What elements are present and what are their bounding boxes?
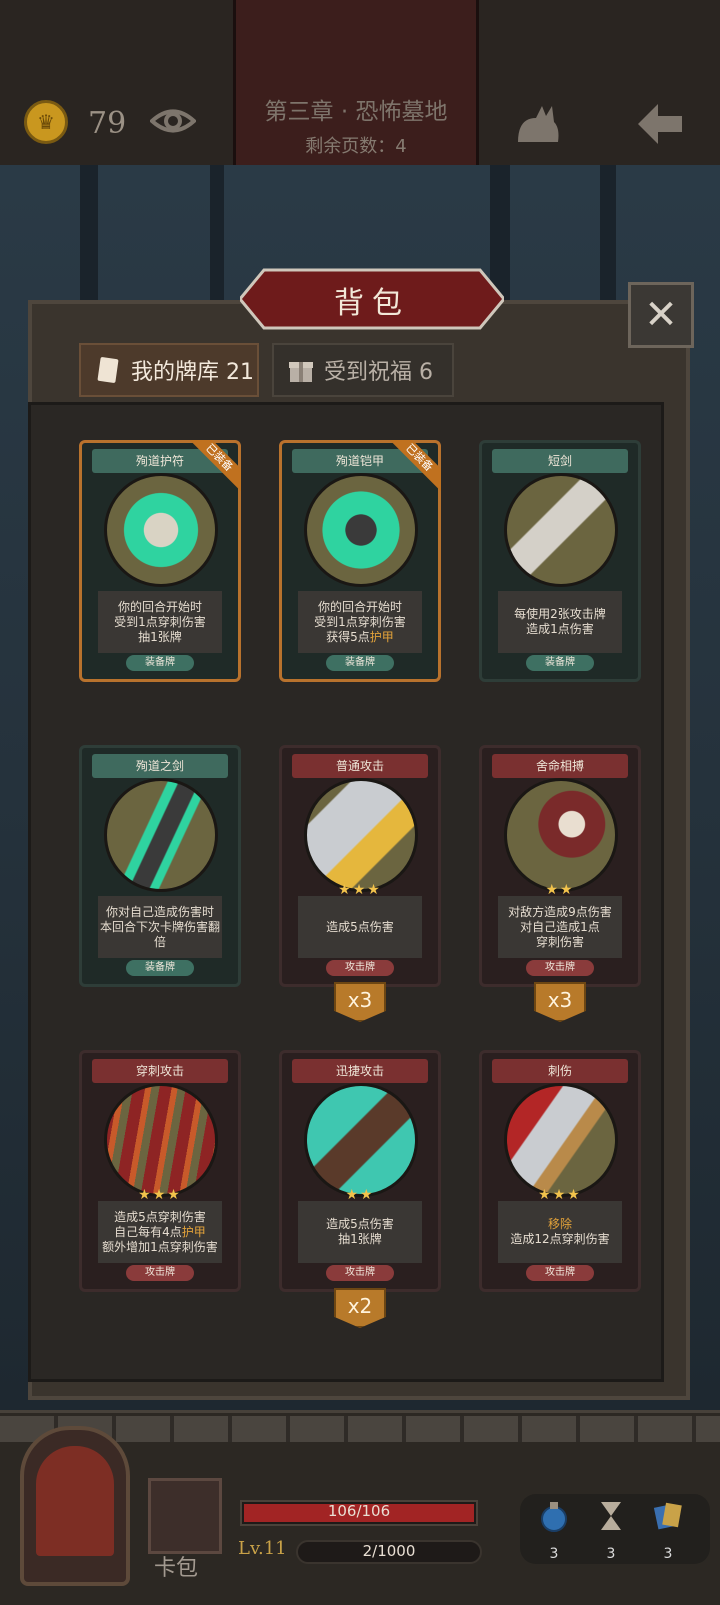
gift-icon	[289, 362, 313, 382]
card-art-bloody-dagger	[504, 1083, 618, 1197]
card-description: 造成5点伤害	[298, 896, 422, 958]
card-description: 对敌方造成9点伤害 对自己造成1点 穿刺伤害	[498, 896, 622, 958]
player-level: Lv.11	[238, 1538, 287, 1559]
remove-keyword: 移除	[547, 1217, 572, 1231]
card-description: 造成5点伤害 抽1张牌	[298, 1201, 422, 1263]
chapter-title: 第三章 · 恐怖墓地	[264, 99, 448, 125]
pages-left: 剩余页数：4	[305, 136, 407, 157]
card-martyr-amulet[interactable]: 殉道护符 已装备 你的回合开始时 受到1点穿刺伤害 抽1张牌 装备牌	[79, 440, 241, 682]
cat-icon[interactable]	[514, 98, 562, 144]
resource-value: 3	[663, 1546, 673, 1562]
card-type: 装备牌	[126, 655, 194, 671]
card-icon	[97, 357, 119, 383]
card-description: 你的回合开始时 受到1点穿刺伤害 获得5点护甲	[298, 591, 422, 653]
card-type: 装备牌	[126, 960, 194, 976]
equipped-ribbon: 已装备	[385, 440, 441, 496]
resource-value: 3	[606, 1546, 616, 1562]
card-pack-label: 卡包	[154, 1556, 199, 1581]
hero-avatar	[36, 1446, 114, 1556]
gold-count: 79	[88, 106, 127, 141]
equipped-ribbon: 已装备	[185, 440, 241, 496]
tab-label: 我的牌库 21	[131, 360, 254, 385]
card-type: 攻击牌	[526, 960, 594, 976]
close-button[interactable]: ✕	[628, 282, 694, 348]
card-art-sword-green	[104, 778, 218, 892]
card-type: 攻击牌	[326, 960, 394, 976]
card-type: 攻击牌	[526, 1265, 594, 1281]
card-description: 造成5点穿刺伤害 自己每有4点护甲 额外增加1点穿刺伤害	[98, 1201, 222, 1263]
potion-icon	[541, 1502, 567, 1532]
card-title: 短剑	[492, 449, 628, 473]
chapter-header: 第三章 · 恐怖墓地 剩余页数：4	[233, 0, 479, 165]
card-title: 刺伤	[492, 1059, 628, 1083]
card-art-dagger	[504, 473, 618, 587]
back-arrow-icon[interactable]	[634, 100, 686, 148]
card-type: 装备牌	[326, 655, 394, 671]
card-title: 穿刺攻击	[92, 1059, 228, 1083]
resource-hourglass[interactable]: 3	[587, 1500, 635, 1562]
close-icon: ✕	[644, 292, 678, 338]
resource-cards[interactable]: 3	[644, 1500, 692, 1562]
dialog-title: 背包	[334, 286, 410, 321]
card-short-sword[interactable]: 短剑 每使用2张攻击牌 造成1点伤害 装备牌	[479, 440, 641, 682]
card-title: 舍命相搏	[492, 754, 628, 778]
tab-label: 受到祝福 6	[324, 360, 433, 385]
card-stab[interactable]: 刺伤 ★★★ 移除 造成12点穿刺伤害 攻击牌	[479, 1050, 641, 1292]
card-title: 迅捷攻击	[292, 1059, 428, 1083]
card-type: 攻击牌	[326, 1265, 394, 1281]
hourglass-icon	[601, 1502, 621, 1530]
card-swift-attack[interactable]: 迅捷攻击 ★★ 造成5点伤害 抽1张牌 攻击牌	[279, 1050, 441, 1292]
card-art-spikes	[104, 1083, 218, 1197]
resource-value: 3	[549, 1546, 559, 1562]
card-art-hooded-fighter	[504, 778, 618, 892]
armor-keyword: 护甲	[181, 1224, 206, 1239]
crown-coin-icon: ♛	[24, 100, 68, 144]
armor-keyword: 护甲	[369, 629, 394, 644]
card-description: 你的回合开始时 受到1点穿刺伤害 抽1张牌	[98, 591, 222, 653]
tab-my-deck[interactable]: 我的牌库 21	[79, 343, 259, 397]
card-type: 攻击牌	[126, 1265, 194, 1281]
card-pack-icon[interactable]	[148, 1478, 222, 1554]
card-title: 殉道之剑	[92, 754, 228, 778]
card-type: 装备牌	[526, 655, 594, 671]
card-description: 你对自己造成伤害时 本回合下次卡牌伤害翻倍	[98, 896, 222, 958]
card-description: 移除 造成12点穿刺伤害	[498, 1201, 622, 1263]
card-title: 普通攻击	[292, 754, 428, 778]
eye-icon[interactable]	[150, 106, 196, 136]
card-normal-attack[interactable]: 普通攻击 ★★★ 造成5点伤害 攻击牌	[279, 745, 441, 987]
cards-icon	[653, 1502, 682, 1530]
resource-potion[interactable]: 3	[530, 1500, 578, 1562]
card-martyr-sword[interactable]: 殉道之剑 你对自己造成伤害时 本回合下次卡牌伤害翻倍 装备牌	[79, 745, 241, 987]
card-art-swift-gauntlet	[304, 1083, 418, 1197]
card-pierce-attack[interactable]: 穿刺攻击 ★★★ 造成5点穿刺伤害 自己每有4点护甲 额外增加1点穿刺伤害 攻击…	[79, 1050, 241, 1292]
card-art-sword-strike	[304, 778, 418, 892]
card-desperate-fight[interactable]: 舍命相搏 ★★ 对敌方造成9点伤害 对自己造成1点 穿刺伤害 攻击牌	[479, 745, 641, 987]
hp-text: 106/106	[327, 1502, 391, 1520]
tab-blessings[interactable]: 受到祝福 6	[272, 343, 454, 397]
xp-text: 2/1000	[362, 1542, 416, 1560]
card-description: 每使用2张攻击牌 造成1点伤害	[498, 591, 622, 653]
card-martyr-armor[interactable]: 殉道铠甲 已装备 你的回合开始时 受到1点穿刺伤害 获得5点护甲 装备牌	[279, 440, 441, 682]
